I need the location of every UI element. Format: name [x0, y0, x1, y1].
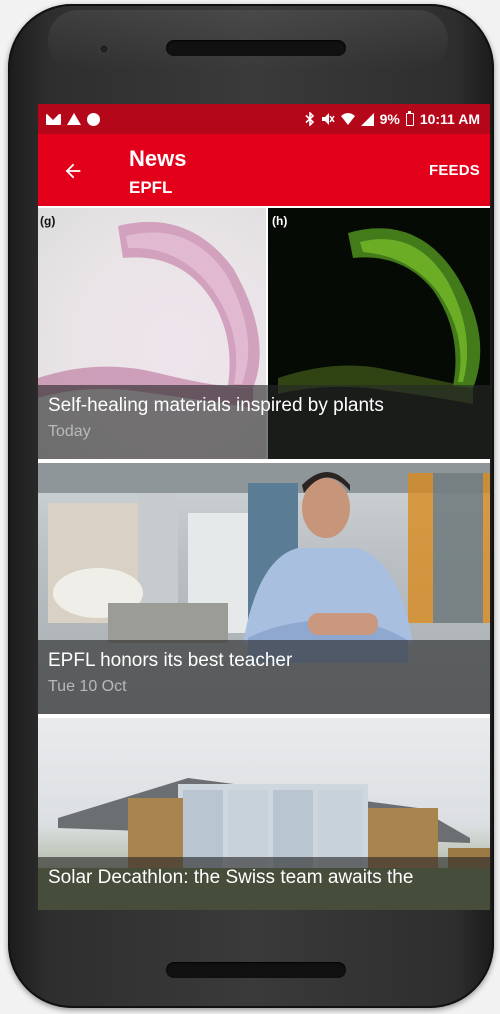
panel-label-h: (h)	[272, 214, 288, 228]
news-card[interactable]: Solar Decathlon: the Swiss team awaits t…	[38, 718, 490, 910]
status-right-icons: 9% 10:11 AM	[305, 110, 480, 127]
wifi-icon	[340, 112, 355, 126]
app-bar: News EPFL FEEDS	[38, 134, 490, 206]
signal-icon	[360, 112, 374, 126]
feeds-button[interactable]: FEEDS	[429, 162, 480, 179]
panel-label-g: (g)	[40, 214, 56, 228]
page-title: News	[129, 146, 187, 171]
page-subtitle: EPFL	[129, 178, 173, 197]
earpiece-speaker	[166, 40, 346, 56]
back-button[interactable]	[58, 156, 88, 186]
compass-icon	[87, 112, 100, 126]
battery-percent: 9%	[379, 111, 400, 127]
news-card[interactable]: (g) (h) Self-healing materials inspired …	[38, 208, 490, 459]
battery-icon	[405, 110, 414, 126]
news-caption: Solar Decathlon: the Swiss team awaits t…	[38, 857, 490, 910]
news-date: Tue 10 Oct	[48, 678, 127, 695]
status-bar: 9% 10:11 AM	[38, 104, 490, 134]
app-screen: 9% 10:11 AM News EPFL FEEDS (g) (h) Self…	[38, 104, 490, 910]
phone-frame: 9% 10:11 AM News EPFL FEEDS (g) (h) Self…	[8, 4, 494, 1008]
news-caption: EPFL honors its best teacher Tue 10 Oct	[38, 640, 490, 714]
news-caption: Self-healing materials inspired by plant…	[38, 385, 490, 459]
front-camera	[100, 45, 108, 53]
status-time: 10:11 AM	[419, 111, 480, 127]
warning-icon	[67, 113, 81, 125]
bluetooth-icon	[305, 112, 315, 126]
news-title: Self-healing materials inspired by plant…	[48, 395, 384, 416]
news-date: Today	[48, 423, 91, 440]
news-title: Solar Decathlon: the Swiss team awaits t…	[48, 867, 414, 888]
bottom-speaker	[166, 962, 346, 978]
news-title: EPFL honors its best teacher	[48, 650, 293, 671]
mail-icon	[46, 113, 61, 125]
arrow-left-icon	[65, 163, 81, 179]
status-left-icons	[46, 112, 100, 126]
news-feed: (g) (h) Self-healing materials inspired …	[38, 208, 490, 910]
news-card[interactable]: EPFL honors its best teacher Tue 10 Oct	[38, 463, 490, 714]
mute-icon	[321, 112, 335, 126]
